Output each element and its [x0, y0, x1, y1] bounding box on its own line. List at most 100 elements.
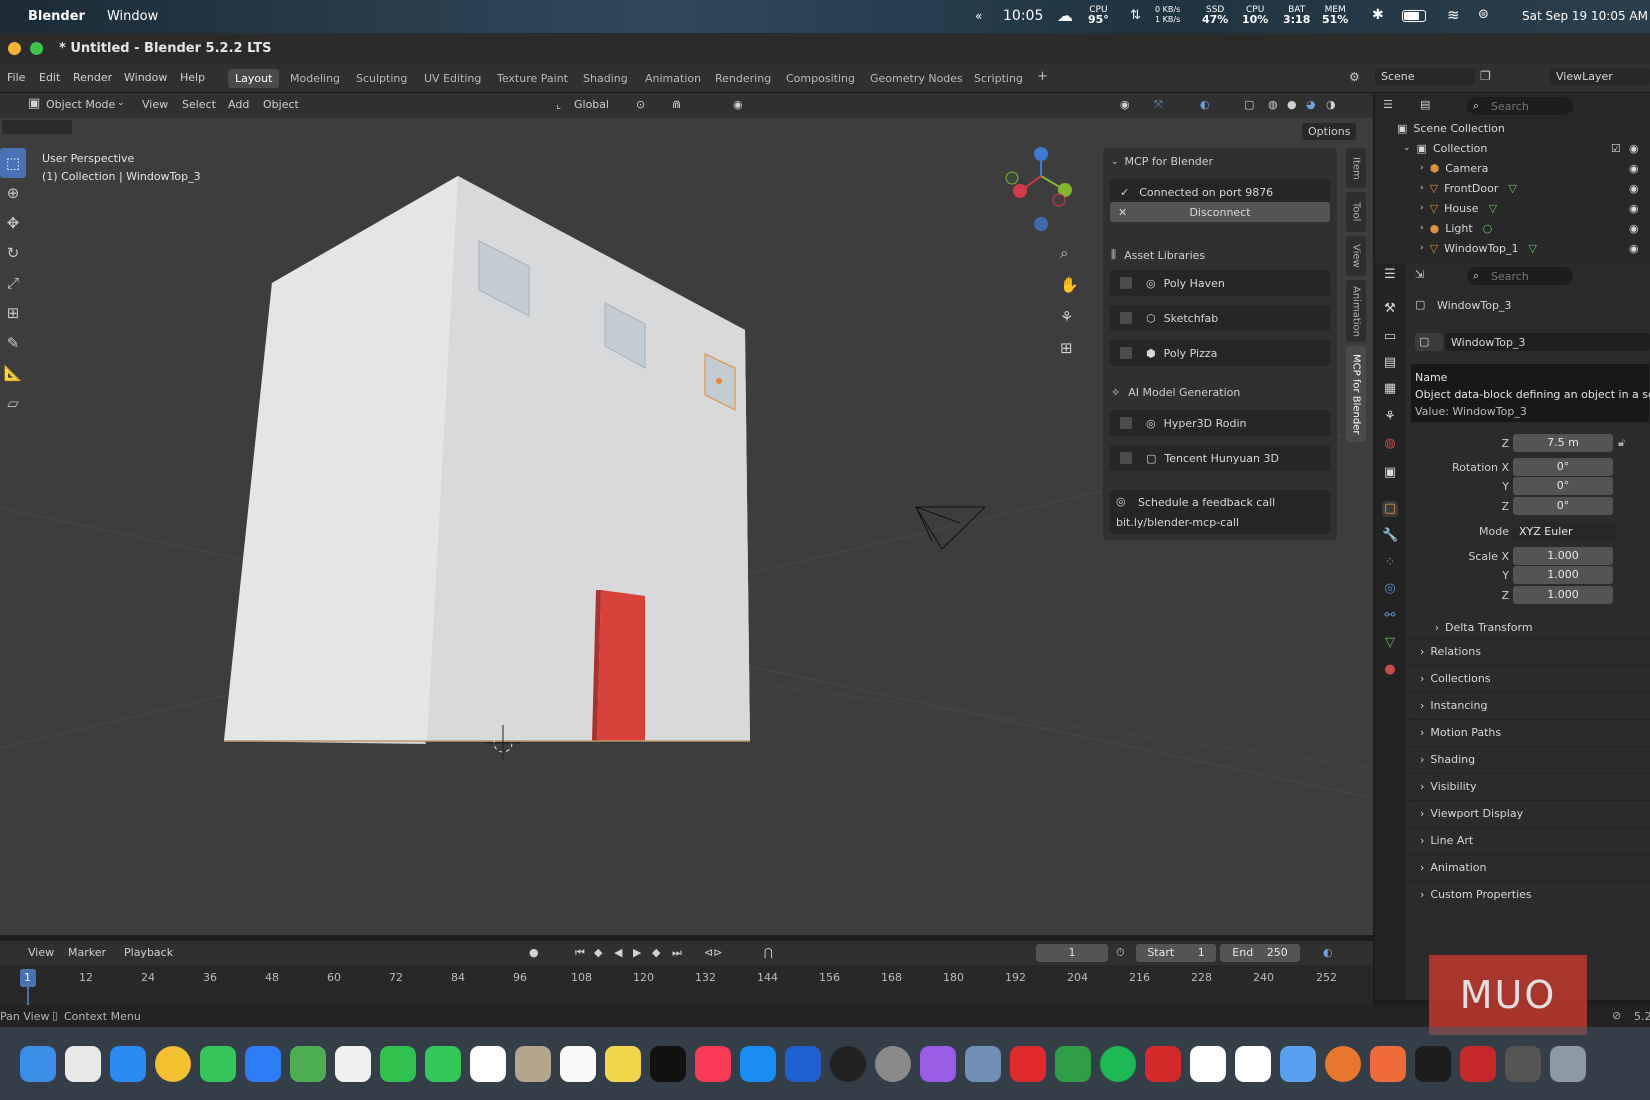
- chatgpt-icon[interactable]: [830, 1045, 866, 1082]
- snap-icon[interactable]: ⋒: [672, 98, 681, 111]
- mcp-panel-header[interactable]: ⌄ MCP for Blender: [1111, 155, 1213, 168]
- macos-app-name[interactable]: Blender: [28, 9, 85, 24]
- tab-uv-editing[interactable]: UV Editing: [417, 69, 488, 88]
- stopwatch-icon[interactable]: ⏱: [1116, 946, 1125, 960]
- world-tab-icon[interactable]: ◍: [1382, 436, 1398, 452]
- section-shading[interactable]: › Shading: [1410, 746, 1650, 772]
- 3d-viewport[interactable]: User Perspective (1) Collection | Window…: [0, 118, 1373, 935]
- scale-z-field[interactable]: 1.000: [1513, 586, 1613, 604]
- zoom-window-button[interactable]: [30, 42, 43, 55]
- overlay-icon[interactable]: ◐: [1200, 98, 1210, 111]
- start-frame-field[interactable]: Start 1: [1136, 944, 1216, 962]
- tab-geometry-nodes[interactable]: Geometry Nodes: [863, 69, 970, 88]
- terminal-icon[interactable]: [1415, 1045, 1451, 1082]
- sketchfab-checkbox[interactable]: [1120, 312, 1132, 324]
- section-viewport-display[interactable]: › Viewport Display: [1410, 800, 1650, 826]
- current-frame-field[interactable]: 1: [1036, 944, 1108, 962]
- rotation-mode-dropdown[interactable]: XYZ Euler: [1513, 523, 1617, 541]
- menu-render[interactable]: Render: [73, 71, 112, 84]
- numbers-icon[interactable]: [1055, 1045, 1091, 1082]
- solid-shading-icon[interactable]: ●: [1287, 98, 1297, 111]
- properties-editor-icon[interactable]: ☰: [1382, 267, 1398, 283]
- flower-icon[interactable]: [1235, 1045, 1271, 1082]
- safari-icon[interactable]: [110, 1045, 146, 1082]
- tab-tool[interactable]: Tool: [1346, 192, 1366, 232]
- spotify-icon[interactable]: [1100, 1045, 1136, 1082]
- phone-icon[interactable]: [425, 1045, 461, 1082]
- new-scene-icon[interactable]: ❐: [1480, 69, 1491, 83]
- eye-icon[interactable]: ◉: [1629, 222, 1639, 235]
- notes-icon[interactable]: [605, 1045, 641, 1082]
- jump-start-icon[interactable]: ⏮: [575, 946, 585, 960]
- pages-icon[interactable]: [1190, 1045, 1226, 1082]
- rotation-y-field[interactable]: 0°: [1513, 477, 1613, 495]
- keying-icon[interactable]: ⊲⊳: [704, 946, 722, 959]
- hunyuan-checkbox[interactable]: [1120, 452, 1132, 464]
- menu-view[interactable]: View: [142, 98, 168, 111]
- section-collections[interactable]: › Collections: [1410, 665, 1650, 691]
- tab-sculpting[interactable]: Sculpting: [349, 69, 414, 88]
- object-tab-icon[interactable]: ▢: [1382, 501, 1398, 517]
- tab-view[interactable]: View: [1346, 236, 1366, 276]
- calendar-icon[interactable]: [470, 1045, 506, 1082]
- hyper3d-checkbox[interactable]: [1120, 417, 1132, 429]
- filter-icon[interactable]: ▤: [1420, 98, 1430, 111]
- auto-key-icon[interactable]: ⋂: [764, 946, 773, 959]
- music-icon[interactable]: [695, 1045, 731, 1082]
- xray-icon[interactable]: ▢: [1244, 98, 1254, 111]
- outliner-item-frontdoor[interactable]: › ▽ FrontDoor ▽ ◉: [1375, 178, 1650, 198]
- rotate-tool[interactable]: ↻: [0, 238, 26, 268]
- menu-add[interactable]: Add: [228, 98, 249, 111]
- section-line-art[interactable]: › Line Art: [1410, 827, 1650, 853]
- camera-view-icon[interactable]: ⚘: [1060, 308, 1073, 326]
- section-relations[interactable]: › Relations: [1410, 638, 1650, 664]
- section-animation[interactable]: › Animation: [1410, 854, 1650, 880]
- scene-selector[interactable]: Scene: [1375, 68, 1475, 85]
- play-reverse-icon[interactable]: ◀: [614, 946, 622, 959]
- outliner-item-camera[interactable]: › ⬢ Camera ◉: [1375, 158, 1650, 178]
- cursor-tool[interactable]: ⊕: [0, 178, 26, 208]
- mode-dropdown[interactable]: Object Mode: [46, 98, 115, 111]
- scene-collection-row[interactable]: ▣ Scene Collection: [1375, 118, 1650, 138]
- rotation-z-field[interactable]: 0°: [1513, 497, 1613, 515]
- timeline-ruler[interactable]: 1 12 24 36 48 60 72 84 96 108 120 132 14…: [0, 965, 1373, 1005]
- tab-shading[interactable]: Shading: [576, 69, 635, 88]
- output-tab-icon[interactable]: ▤: [1382, 355, 1398, 371]
- wifi-icon[interactable]: ≋: [1447, 6, 1460, 24]
- pan-hand-icon[interactable]: ✋: [1060, 276, 1079, 294]
- measure-tool[interactable]: 📐: [0, 358, 26, 388]
- clock-datetime[interactable]: Sat Sep 19 10:05 AM: [1522, 9, 1648, 23]
- menu-file[interactable]: File: [7, 71, 25, 84]
- macos-menu-window[interactable]: Window: [107, 9, 158, 24]
- archive-icon[interactable]: [965, 1045, 1001, 1082]
- tab-modeling[interactable]: Modeling: [283, 69, 347, 88]
- feedback-link[interactable]: bit.ly/blender-mcp-call: [1116, 516, 1239, 529]
- menu-window[interactable]: Window: [124, 71, 167, 84]
- library-sketchfab[interactable]: ⬡ Sketchfab: [1110, 305, 1330, 331]
- select-box-tool[interactable]: ⬚: [0, 148, 26, 178]
- proportional-edit-icon[interactable]: ◉: [733, 98, 743, 111]
- eye-icon[interactable]: ◉: [1629, 242, 1639, 255]
- options-dropdown[interactable]: Options: [1302, 123, 1357, 140]
- timeline-menu-view[interactable]: View: [28, 946, 54, 959]
- system-settings-icon[interactable]: [875, 1045, 911, 1082]
- opera-icon[interactable]: [1010, 1045, 1046, 1082]
- timeline-menu-playback[interactable]: Playback: [124, 946, 173, 959]
- view-layer-tab-icon[interactable]: ▦: [1382, 381, 1398, 397]
- constraints-tab-icon[interactable]: ⚯: [1382, 608, 1398, 624]
- ai-tool-hunyuan[interactable]: ▢ Tencent Hunyuan 3D: [1110, 445, 1330, 471]
- rewind-icon[interactable]: «: [975, 9, 982, 23]
- collection-tab-icon[interactable]: ▣: [1382, 465, 1398, 481]
- orientation-dropdown[interactable]: Global: [574, 98, 609, 111]
- particles-tab-icon[interactable]: ⁘: [1382, 555, 1398, 571]
- section-custom-properties[interactable]: › Custom Properties: [1410, 881, 1650, 907]
- feedback-label[interactable]: Schedule a feedback call: [1138, 496, 1275, 509]
- pivot-icon[interactable]: ⊙: [636, 98, 645, 111]
- object-name-field[interactable]: WindowTop_3: [1445, 333, 1650, 351]
- tab-item[interactable]: Item: [1346, 148, 1366, 188]
- control-center-icon[interactable]: ⊜: [1478, 7, 1489, 22]
- bluetooth-icon[interactable]: ✱: [1372, 7, 1384, 23]
- messages-icon[interactable]: [200, 1045, 236, 1082]
- wireframe-shading-icon[interactable]: ◍: [1268, 98, 1278, 111]
- transform-tool[interactable]: ⊞: [0, 298, 26, 328]
